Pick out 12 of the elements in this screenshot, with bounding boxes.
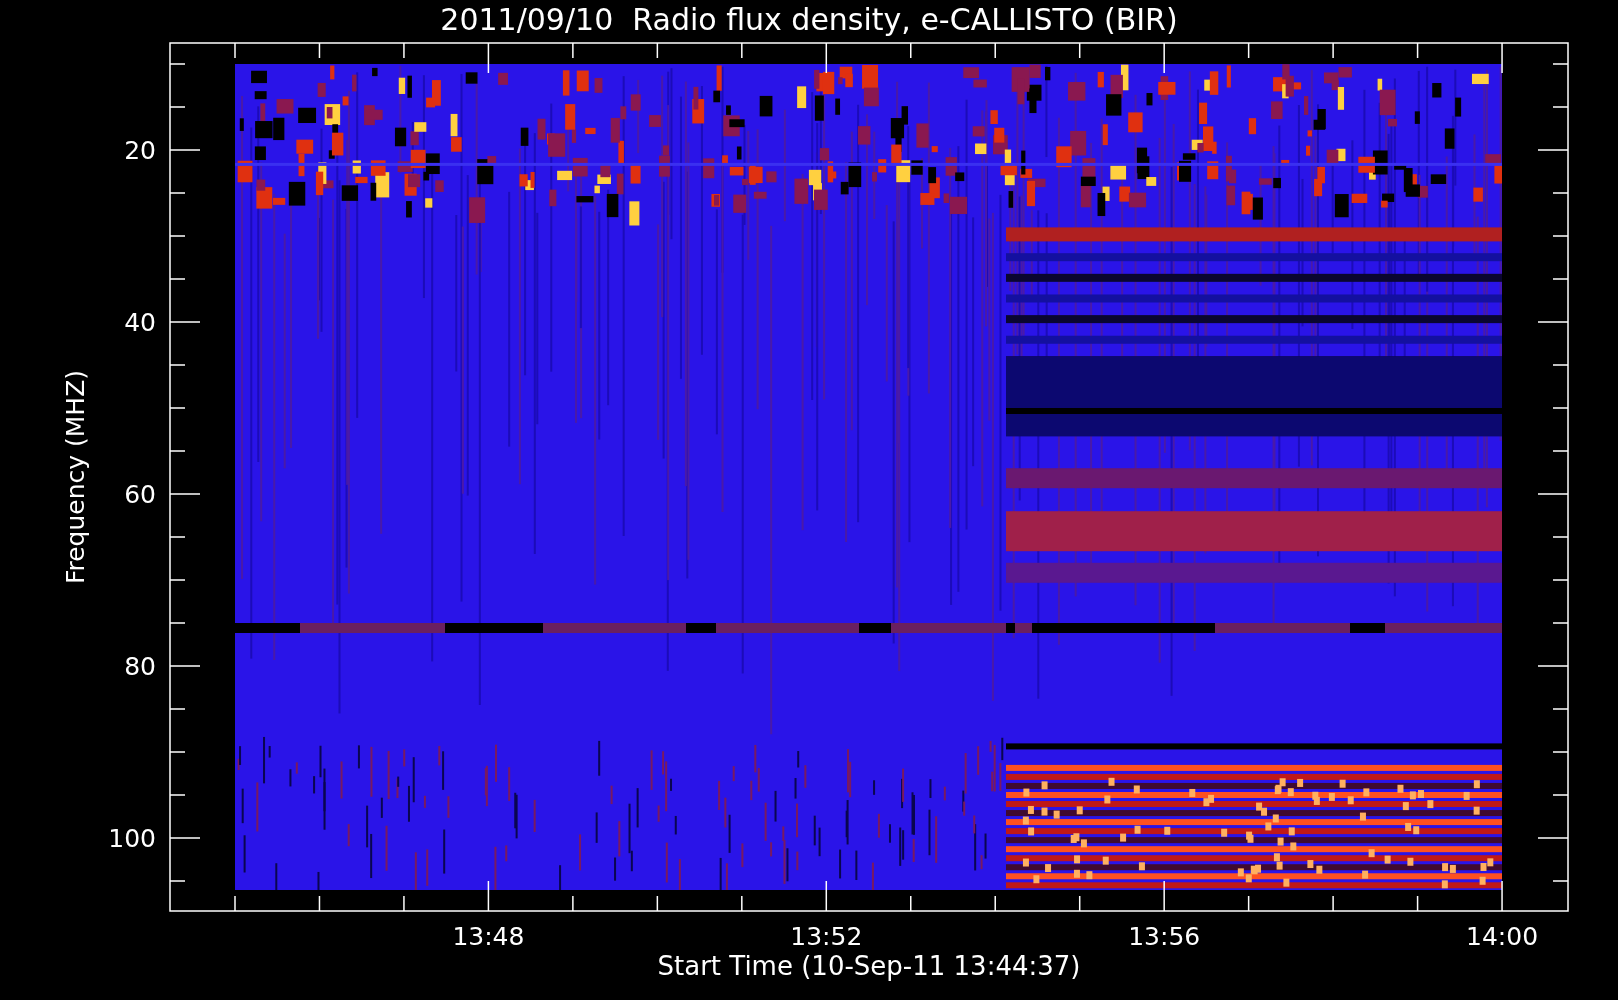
y-axis-label: Frequency (MHZ) (61, 369, 90, 585)
chart-title: 2011/09/10 Radio flux density, e-CALLISTO (BIR) (440, 2, 1178, 39)
y-tick-label: 40 (124, 308, 156, 337)
y-tick-label: 60 (124, 480, 156, 509)
x-axis-label: Start Time (10-Sep-11 13:44:37) (657, 951, 1081, 981)
y-tick-label: 20 (124, 136, 156, 165)
x-tick-label: 13:56 (1128, 922, 1201, 951)
y-tick-label: 100 (108, 824, 156, 853)
x-tick-label: 14:00 (1466, 922, 1539, 951)
y-tick-label: 80 (124, 652, 156, 681)
x-tick-label: 13:48 (452, 922, 525, 951)
x-tick-label: 13:52 (790, 922, 863, 951)
